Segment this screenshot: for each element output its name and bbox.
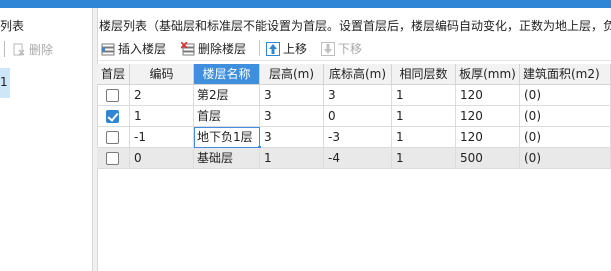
column-header-floor-area[interactable]: 建筑面积(m2) bbox=[520, 64, 611, 85]
floor-list-title: 楼层列表（基础层和标准层不能设置为首层。设置首层后，楼层编码自动变化，正数为地上… bbox=[99, 19, 611, 33]
name-cell[interactable]: 首层 bbox=[194, 106, 260, 127]
left-list-item-label: 1 bbox=[0, 75, 8, 89]
name-cell[interactable]: 基础层 bbox=[194, 148, 260, 169]
slab-thickness-cell[interactable]: 120 bbox=[456, 106, 520, 127]
first-floor-checkbox[interactable] bbox=[106, 152, 119, 165]
insert-floor-label: 插入楼层 bbox=[118, 42, 167, 56]
arrow-up-icon bbox=[266, 41, 280, 56]
floor-area-cell[interactable]: (0) bbox=[520, 148, 611, 169]
code-cell[interactable]: 0 bbox=[130, 148, 194, 169]
code-cell[interactable]: 2 bbox=[130, 85, 194, 106]
code-cell[interactable]: -1 bbox=[130, 127, 194, 148]
bottom-elevation-cell[interactable]: -4 bbox=[324, 148, 392, 169]
height-cell[interactable]: 3 bbox=[260, 85, 324, 106]
first-floor-checkbox[interactable] bbox=[106, 131, 119, 144]
left-panel: 列表 删除 1 bbox=[0, 8, 92, 271]
first-floor-checkbox[interactable] bbox=[106, 89, 119, 102]
height-cell[interactable]: 3 bbox=[260, 127, 324, 148]
window-top-bar bbox=[0, 0, 611, 8]
slab-thickness-cell[interactable]: 120 bbox=[456, 85, 520, 106]
move-up-button[interactable]: 上移 bbox=[266, 40, 307, 57]
delete-floor-button[interactable]: 删除楼层 bbox=[180, 40, 247, 57]
left-panel-title: 列表 bbox=[0, 19, 25, 33]
same-count-cell[interactable]: 1 bbox=[392, 127, 456, 148]
insert-rows-icon bbox=[101, 42, 115, 56]
height-cell[interactable]: 1 bbox=[260, 148, 324, 169]
column-header-first-floor[interactable]: 首层 bbox=[97, 64, 130, 85]
left-delete-button[interactable]: 删除 bbox=[12, 41, 53, 58]
delete-file-icon bbox=[12, 43, 26, 57]
floor-area-cell[interactable]: (0) bbox=[520, 85, 611, 106]
slab-thickness-cell[interactable]: 120 bbox=[456, 127, 520, 148]
height-cell[interactable]: 3 bbox=[260, 106, 324, 127]
same-count-cell[interactable]: 1 bbox=[392, 106, 456, 127]
column-header-slab-thickness[interactable]: 板厚(mm) bbox=[456, 64, 520, 85]
left-delete-label: 删除 bbox=[29, 43, 54, 57]
floor-area-cell[interactable]: (0) bbox=[520, 106, 611, 127]
left-list-item-selected[interactable]: 1 bbox=[0, 68, 10, 98]
toolbar-separator bbox=[4, 41, 5, 57]
move-down-label: 下移 bbox=[338, 42, 363, 56]
move-up-label: 上移 bbox=[283, 42, 308, 56]
same-count-cell[interactable]: 1 bbox=[392, 148, 456, 169]
floor-area-cell[interactable]: (0) bbox=[520, 127, 611, 148]
column-header-name[interactable]: 楼层名称 bbox=[194, 64, 260, 85]
toolbar-separator bbox=[259, 40, 260, 56]
slab-thickness-cell[interactable]: 500 bbox=[456, 148, 520, 169]
column-header-height[interactable]: 层高(m) bbox=[260, 64, 324, 85]
left-panel-toolbar: 删除 bbox=[0, 38, 92, 60]
bottom-elevation-cell[interactable]: 3 bbox=[324, 85, 392, 106]
delete-rows-icon bbox=[180, 40, 195, 56]
code-cell[interactable]: 1 bbox=[130, 106, 194, 127]
delete-floor-label: 删除楼层 bbox=[198, 42, 247, 56]
name-cell[interactable]: 第2层 bbox=[194, 85, 260, 106]
same-count-cell[interactable]: 1 bbox=[392, 85, 456, 106]
bottom-elevation-cell[interactable]: 0 bbox=[324, 106, 392, 127]
move-down-button[interactable]: 下移 bbox=[321, 40, 362, 57]
arrow-down-icon bbox=[321, 41, 335, 56]
bottom-elevation-cell[interactable]: -3 bbox=[324, 127, 392, 148]
first-floor-checkbox[interactable] bbox=[106, 110, 119, 123]
column-header-code[interactable]: 编码 bbox=[130, 64, 194, 85]
column-header-bottom-elevation[interactable]: 底标高(m) bbox=[324, 64, 392, 85]
insert-floor-button[interactable]: 插入楼层 bbox=[101, 40, 166, 57]
floor-toolbar: 插入楼层 删除楼层 上移 下移 bbox=[99, 36, 611, 61]
column-header-same-count[interactable]: 相同层数 bbox=[392, 64, 456, 85]
name-cell-editing[interactable]: 地下负1层 bbox=[194, 127, 260, 148]
